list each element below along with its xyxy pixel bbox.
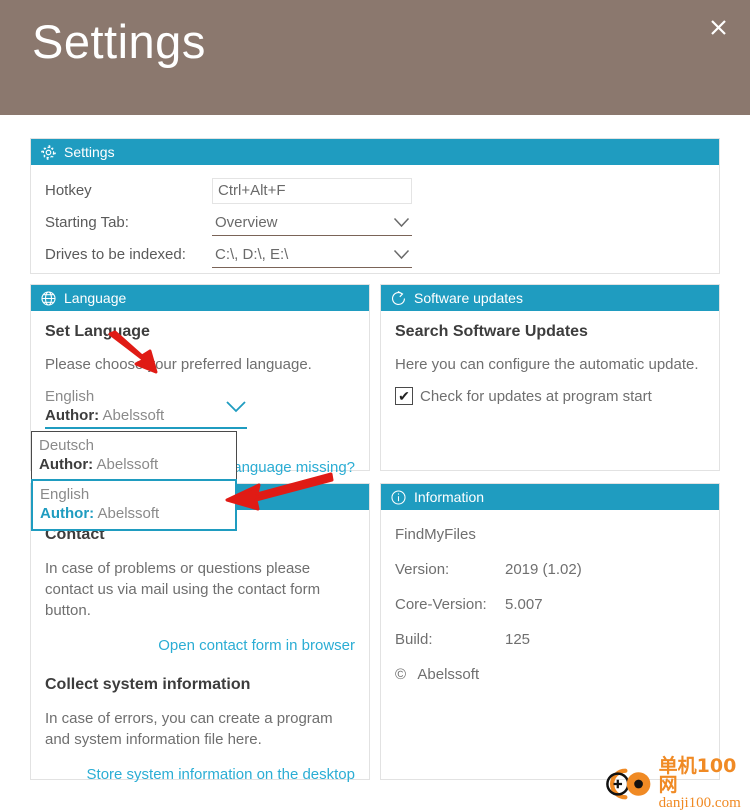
starting-tab-label: Starting Tab: xyxy=(45,214,129,231)
drives-label: Drives to be indexed: xyxy=(45,246,186,263)
language-option-name: Deutsch xyxy=(39,437,95,454)
drives-dropdown[interactable]: C:\, D:\, E:\ xyxy=(212,241,412,268)
contact-panel-body: Contact In case of problems or questions… xyxy=(31,510,369,793)
settings-panel-header: Settings xyxy=(31,139,719,165)
settings-panel: Settings Hotkey Starting Tab: Overview D… xyxy=(30,138,720,274)
hotkey-label: Hotkey xyxy=(45,182,92,199)
collect-system-info-description: In case of errors, you can create a prog… xyxy=(45,710,333,748)
watermark-en: danji100.com xyxy=(658,795,741,811)
language-option-author-label: Author: xyxy=(40,505,95,522)
starting-tab-dropdown[interactable]: Overview xyxy=(212,209,412,236)
language-select-author: Author: Abelssoft xyxy=(45,406,164,426)
check-updates-checkbox[interactable]: ✔ xyxy=(395,387,413,405)
chevron-down-icon xyxy=(225,396,247,418)
collect-system-info-heading: Collect system information xyxy=(45,676,251,693)
core-version-value: 5.007 xyxy=(505,596,543,613)
language-select-author-label: Author: xyxy=(45,407,100,424)
language-option-author: Author: Abelssoft xyxy=(39,455,229,475)
version-value: 2019 (1.02) xyxy=(505,561,582,578)
open-contact-form-link[interactable]: Open contact form in browser xyxy=(45,637,355,654)
gear-icon xyxy=(39,143,57,161)
drives-value: C:\, D:\, E:\ xyxy=(215,245,289,263)
copyright-symbol: © xyxy=(395,666,407,683)
language-select[interactable]: English Author: Abelssoft xyxy=(45,387,247,429)
core-version-label: Core-Version: xyxy=(395,596,487,613)
language-panel-title: Language xyxy=(64,290,127,306)
app-name: FindMyFiles xyxy=(395,526,476,543)
window-titlebar: Settings xyxy=(0,0,750,115)
language-option-author-value: Abelssoft xyxy=(96,456,159,473)
set-language-heading: Set Language xyxy=(45,323,150,340)
close-icon[interactable] xyxy=(700,9,736,45)
watermark-cn: 单机100网 xyxy=(658,755,737,796)
language-description: Please choose your preferred language. xyxy=(45,356,312,373)
information-panel-body: FindMyFiles Version: 2019 (1.02) Core-Ve… xyxy=(381,510,719,693)
store-system-info-link[interactable]: Store system information on the desktop xyxy=(45,766,355,783)
version-row: Version: 2019 (1.02) xyxy=(395,561,705,578)
updates-panel-header: Software updates xyxy=(381,285,719,311)
language-option-name: English xyxy=(40,486,90,503)
watermark-logo-icon xyxy=(606,768,651,800)
language-option-author-value: Abelssoft xyxy=(97,505,160,522)
information-panel-header: Information xyxy=(381,484,719,510)
core-version-row: Core-Version: 5.007 xyxy=(395,596,705,613)
updates-panel-body: Search Software Updates Here you can con… xyxy=(381,311,719,415)
language-dropdown-list[interactable]: Deutsch Author: Abelssoft English Author… xyxy=(31,431,237,531)
globe-icon xyxy=(39,289,57,307)
updates-description: Here you can configure the automatic upd… xyxy=(395,356,699,373)
hotkey-row: Hotkey xyxy=(45,175,705,206)
updates-heading: Search Software Updates xyxy=(395,323,588,340)
info-icon xyxy=(389,488,407,506)
check-updates-label: Check for updates at program start xyxy=(420,387,652,405)
language-option-author-label: Author: xyxy=(39,456,94,473)
copyright: © Abelssoft xyxy=(395,666,705,683)
settings-panel-title: Settings xyxy=(64,144,115,160)
version-label: Version: xyxy=(395,561,450,578)
build-row: Build: 125 xyxy=(395,631,705,648)
chevron-down-icon xyxy=(393,214,410,231)
settings-panel-body: Hotkey Starting Tab: Overview Drives to … xyxy=(31,165,719,281)
page-title: Settings xyxy=(32,15,206,68)
information-panel-title: Information xyxy=(414,489,485,505)
build-label: Build: xyxy=(395,631,433,648)
language-option-author: Author: Abelssoft xyxy=(40,504,228,524)
language-select-author-value: Abelssoft xyxy=(102,407,165,424)
language-option-english[interactable]: English Author: Abelssoft xyxy=(31,479,237,531)
language-panel-header: Language xyxy=(31,285,369,311)
watermark: 单机100网 danji100.com xyxy=(597,757,750,811)
hotkey-input[interactable] xyxy=(212,177,412,204)
copyright-owner: Abelssoft xyxy=(417,666,480,683)
refresh-icon xyxy=(389,289,407,307)
software-updates-panel: Software updates Search Software Updates… xyxy=(380,284,720,471)
chevron-down-icon xyxy=(393,246,410,263)
drives-row: Drives to be indexed: C:\, D:\, E:\ xyxy=(45,239,705,270)
updates-panel-title: Software updates xyxy=(414,290,523,306)
language-select-name: English xyxy=(45,388,95,405)
build-value: 125 xyxy=(505,631,531,648)
starting-tab-row: Starting Tab: Overview xyxy=(45,207,705,238)
language-option-deutsch[interactable]: Deutsch Author: Abelssoft xyxy=(32,432,236,480)
contact-description: In case of problems or questions please … xyxy=(45,560,321,619)
starting-tab-value: Overview xyxy=(215,213,278,231)
check-updates-row[interactable]: ✔ Check for updates at program start xyxy=(395,387,705,405)
information-panel: Information FindMyFiles Version: 2019 (1… xyxy=(380,483,720,780)
